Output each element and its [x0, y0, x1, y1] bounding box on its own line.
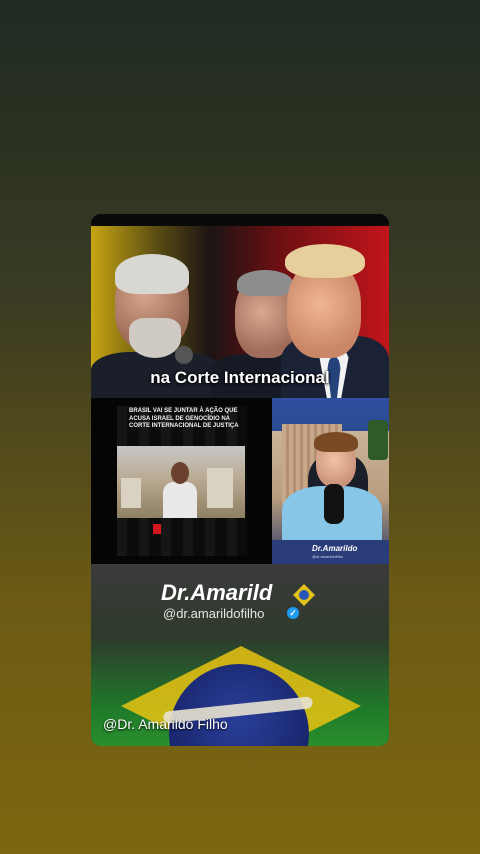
person-right-hair [285, 244, 365, 278]
news-panel: BRASIL VAI SE JUNTAR À AÇÃO QUE ACUSA IS… [91, 398, 272, 564]
person-left-hair [115, 254, 189, 294]
webcam-panel: Dr.Amarildo @dr.amarildofilho [272, 398, 389, 564]
brazil-flag-icon [293, 584, 315, 606]
brand-name: Dr.Amarild [161, 580, 273, 605]
reporter-body [163, 482, 197, 518]
news-channel-chip [153, 524, 161, 534]
person-middle-hair [237, 270, 293, 296]
verified-badge-icon: ✓ [287, 607, 299, 619]
news-headline: BRASIL VAI SE JUNTAR À AÇÃO QUE ACUSA IS… [129, 408, 239, 429]
podcast-mic-icon [324, 484, 344, 524]
news-video-thumbnail [117, 446, 245, 518]
building-shape [207, 468, 233, 508]
webcam-subtitle: @dr.amarildofilho [312, 554, 344, 559]
microphone-icon [175, 346, 193, 364]
watermark-handle: @Dr. Amarildo Filho [103, 716, 228, 732]
host-hair [314, 432, 358, 452]
brand-panel: Dr.Amarild @dr.amarildofilho ✓ @Dr. Amar… [91, 564, 389, 746]
video-top-bar [91, 214, 389, 226]
hero-caption: na Corte Internacional [150, 368, 330, 387]
building-shape [121, 478, 141, 508]
hero-image: na Corte Internacional [91, 226, 389, 398]
brand-handle[interactable]: @dr.amarildofilho [163, 606, 264, 621]
reporter-head [171, 462, 189, 484]
person-left-beard [129, 318, 181, 358]
video-card[interactable]: na Corte Internacional BRASIL VAI SE JUN… [91, 214, 389, 746]
plant [368, 420, 388, 460]
webcam-label: Dr.Amarildo [312, 544, 358, 553]
